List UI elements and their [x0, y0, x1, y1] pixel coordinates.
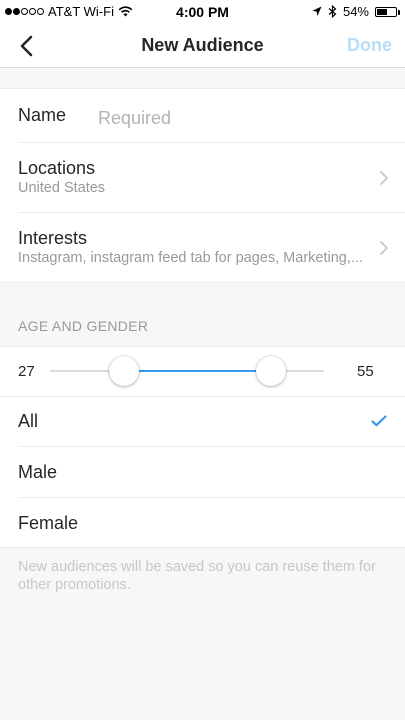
bluetooth-icon: [328, 5, 337, 18]
checkmark-icon: [371, 415, 387, 427]
audience-details-section: Name Locations United States Interests I…: [0, 88, 405, 283]
status-bar: AT&T Wi-Fi 4:00 PM 54%: [0, 0, 405, 24]
gender-option-label: All: [18, 411, 39, 431]
gender-option-label: Female: [18, 513, 79, 533]
gender-option-label: Male: [18, 462, 58, 482]
name-row: Name: [0, 89, 405, 143]
gender-option-all[interactable]: All: [0, 397, 405, 446]
age-gender-header: AGE AND GENDER: [18, 318, 149, 334]
battery-percent: 54%: [342, 4, 369, 19]
interests-value: Instagram, instagram feed tab for pages,…: [18, 250, 363, 266]
gender-option-male[interactable]: Male: [0, 447, 405, 497]
age-min-handle[interactable]: [108, 356, 139, 386]
age-max-value: 55: [357, 363, 374, 380]
name-label: Name: [18, 105, 67, 125]
page-title: New Audience: [141, 35, 264, 55]
interests-label: Interests: [18, 228, 88, 248]
gender-option-female[interactable]: Female: [0, 498, 405, 547]
locations-label: Locations: [18, 158, 96, 178]
navigation-bar: New Audience Done: [0, 24, 405, 68]
age-slider-range: [123, 370, 272, 372]
locations-value: United States: [18, 180, 106, 196]
status-right: 54%: [312, 4, 400, 19]
battery-fill: [377, 8, 387, 15]
footer-note: New audiences will be saved so you can r…: [18, 559, 376, 593]
chevron-right-icon: [380, 171, 388, 185]
name-input[interactable]: [98, 103, 378, 133]
age-min-value: 27: [18, 363, 35, 380]
done-button[interactable]: Done: [347, 35, 392, 56]
location-arrow-icon: [312, 6, 322, 16]
chevron-right-icon: [380, 241, 388, 255]
locations-row[interactable]: Locations United States: [0, 143, 405, 213]
battery-icon: [375, 6, 400, 17]
interests-row[interactable]: Interests Instagram, instagram feed tab …: [0, 213, 405, 283]
